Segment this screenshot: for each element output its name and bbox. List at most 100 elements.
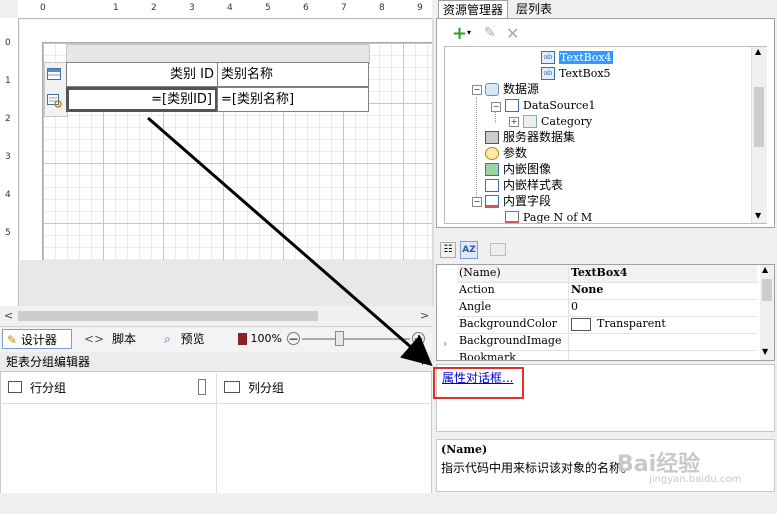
- pencil-icon: ✎: [7, 333, 18, 347]
- ruler-tick: 5: [265, 3, 271, 13]
- tree-item-server-datasets[interactable]: 服务器数据集: [485, 129, 575, 145]
- properties-toolbar: ☷ AZ: [436, 238, 775, 262]
- script-tab-button[interactable]: <> 脚本: [80, 329, 142, 349]
- tree-expander[interactable]: +: [509, 117, 519, 127]
- tab-resource-explorer[interactable]: 资源管理器: [438, 0, 509, 19]
- preview-tab-button[interactable]: ⌕ 预览: [160, 329, 222, 349]
- detail-cell-category-id[interactable]: =[类别ID]: [66, 87, 218, 112]
- ruler-tick: 2: [151, 3, 157, 13]
- scroll-up-icon[interactable]: ▲: [755, 47, 761, 56]
- alphabetical-sort-icon[interactable]: AZ: [460, 241, 478, 259]
- designer-toolbar: ✎ 设计器 <> 脚本 ⌕ 预览 100% − +: [0, 326, 432, 352]
- ruler-tick: 1: [5, 76, 11, 86]
- header-row-icon: [47, 68, 61, 80]
- tree-vertical-scrollbar[interactable]: ▲ ▼: [751, 47, 767, 223]
- group-editor-title-text: 矩表分组编辑器: [6, 355, 91, 369]
- dropdown-arrow-icon[interactable]: ▾: [467, 28, 471, 37]
- property-row-bookmark[interactable]: Bookmark: [457, 350, 757, 360]
- scroll-thumb[interactable]: [762, 279, 772, 301]
- property-grid-scrollbar[interactable]: ▲ ▼: [760, 265, 774, 360]
- designer-horizontal-scrollbar[interactable]: < >: [0, 307, 432, 325]
- ruler-tick: 7: [341, 3, 347, 13]
- expand-row-icon[interactable]: ›: [443, 337, 447, 350]
- parameter-icon: [485, 147, 499, 160]
- scroll-thumb[interactable]: [18, 311, 318, 321]
- tree-item-embedded-images[interactable]: 内嵌图像: [485, 161, 551, 177]
- tree-item-datasource1[interactable]: DataSource1: [505, 97, 596, 113]
- zoom-slider-track[interactable]: [302, 338, 410, 340]
- script-tab-label: 脚本: [111, 332, 136, 346]
- scroll-right-icon[interactable]: >: [420, 309, 429, 322]
- property-dialog-panel: 属性对话框...: [433, 364, 775, 432]
- zoom-level[interactable]: 100%: [234, 329, 286, 349]
- group-editor-divider: [216, 373, 217, 513]
- column-groups-icon: [224, 381, 240, 393]
- group-editor-title: 矩表分组编辑器 ▼: [0, 352, 432, 372]
- description-text: 指示代码中用来标识该对象的名称。: [441, 461, 634, 475]
- tree-item-embedded-stylesheets[interactable]: 内嵌样式表: [485, 177, 563, 193]
- ruler-tick: 3: [5, 152, 11, 162]
- tree-item-builtin-fields[interactable]: 内置字段: [485, 193, 551, 209]
- scroll-down-icon[interactable]: ▼: [762, 347, 768, 356]
- row-groups-label: 行分组: [30, 381, 67, 395]
- field-icon: [505, 211, 519, 223]
- dataset-icon: [523, 115, 537, 128]
- ruler-tick: 8: [379, 3, 385, 13]
- tab-layer-list[interactable]: 层列表: [512, 0, 556, 18]
- data-source-icon: [485, 83, 499, 96]
- vertical-ruler: 0 1 2 3 4 5: [0, 18, 19, 306]
- ruler-tick: 5: [5, 228, 11, 238]
- scroll-thumb[interactable]: [754, 87, 764, 147]
- property-pages-icon[interactable]: [490, 243, 506, 256]
- header-cell-category-id[interactable]: 类别 ID: [66, 62, 218, 87]
- stylesheet-icon: [485, 179, 499, 192]
- detail-row-icon: [47, 94, 62, 108]
- tree-line: [476, 97, 478, 197]
- zoom-in-icon[interactable]: +: [412, 332, 425, 345]
- tree-item-page-n-of-m[interactable]: Page N of M: [505, 209, 592, 223]
- property-description-panel: (Name) 指示代码中用来标识该对象的名称。 Bai经验 jingyan.ba…: [436, 439, 775, 492]
- collapse-icon[interactable]: ▼: [419, 352, 426, 372]
- delete-icon[interactable]: ✕: [506, 24, 519, 43]
- color-swatch: [571, 317, 591, 331]
- designer-vertical-scrollbar[interactable]: [432, 18, 434, 306]
- header-cell-category-name[interactable]: 类别名称: [217, 62, 369, 87]
- categorized-icon[interactable]: ☷: [440, 242, 456, 258]
- tree-item-datasources[interactable]: 数据源: [485, 81, 539, 97]
- tree-item-textbox4[interactable]: ab TextBox4: [541, 49, 613, 65]
- scroll-down-icon[interactable]: ▼: [755, 211, 761, 220]
- ruler-tick: 3: [189, 3, 195, 13]
- property-row-name[interactable]: (Name) TextBox4: [457, 265, 757, 283]
- property-row-background-color[interactable]: BackgroundColor Transparent: [457, 316, 757, 334]
- property-dialog-link[interactable]: 属性对话框...: [442, 369, 513, 386]
- tree-item-parameters[interactable]: 参数: [485, 145, 527, 161]
- property-row-background-image[interactable]: BackgroundImage: [457, 333, 757, 351]
- designer-tab-button[interactable]: ✎ 设计器: [2, 329, 72, 349]
- scroll-up-icon[interactable]: ▲: [762, 265, 768, 274]
- database-table-icon: [505, 99, 519, 112]
- add-icon[interactable]: +: [452, 23, 467, 44]
- edit-pencil-icon[interactable]: ✎: [484, 25, 496, 41]
- property-row-angle[interactable]: Angle 0: [457, 299, 757, 317]
- tree-expander[interactable]: −: [472, 197, 482, 207]
- row-groups-icon: [8, 381, 22, 393]
- ruler-tick: 4: [227, 3, 233, 13]
- tree-expander[interactable]: −: [491, 102, 501, 112]
- detail-cell-category-name[interactable]: =[类别名称]: [217, 87, 369, 112]
- canvas-empty-area: [20, 260, 432, 306]
- tree-item-textbox5[interactable]: ab TextBox5: [541, 65, 611, 81]
- splitter-handle-icon[interactable]: [198, 379, 206, 395]
- zoom-slider-thumb[interactable]: [335, 331, 344, 346]
- code-brackets-icon: <>: [84, 332, 105, 346]
- tree-item-category[interactable]: Category: [523, 113, 592, 129]
- zoom-value: 100%: [250, 332, 282, 345]
- page-zoom-icon: [238, 333, 247, 345]
- scroll-left-icon[interactable]: <: [4, 309, 13, 322]
- description-title: (Name): [441, 443, 488, 456]
- tablix-column-handles[interactable]: [66, 44, 370, 64]
- property-row-action[interactable]: Action None: [457, 282, 757, 300]
- zoom-out-icon[interactable]: −: [287, 332, 300, 345]
- textbox-icon: ab: [541, 51, 555, 64]
- tree-expander[interactable]: −: [472, 85, 482, 95]
- image-icon: [485, 163, 499, 176]
